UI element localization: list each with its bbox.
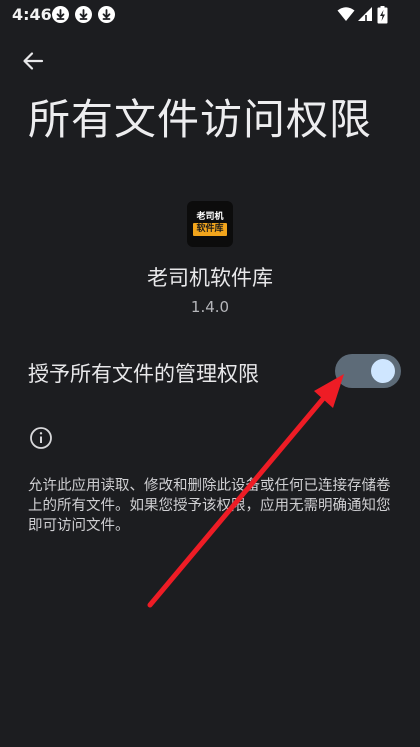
annotation-arrow [147, 374, 344, 608]
